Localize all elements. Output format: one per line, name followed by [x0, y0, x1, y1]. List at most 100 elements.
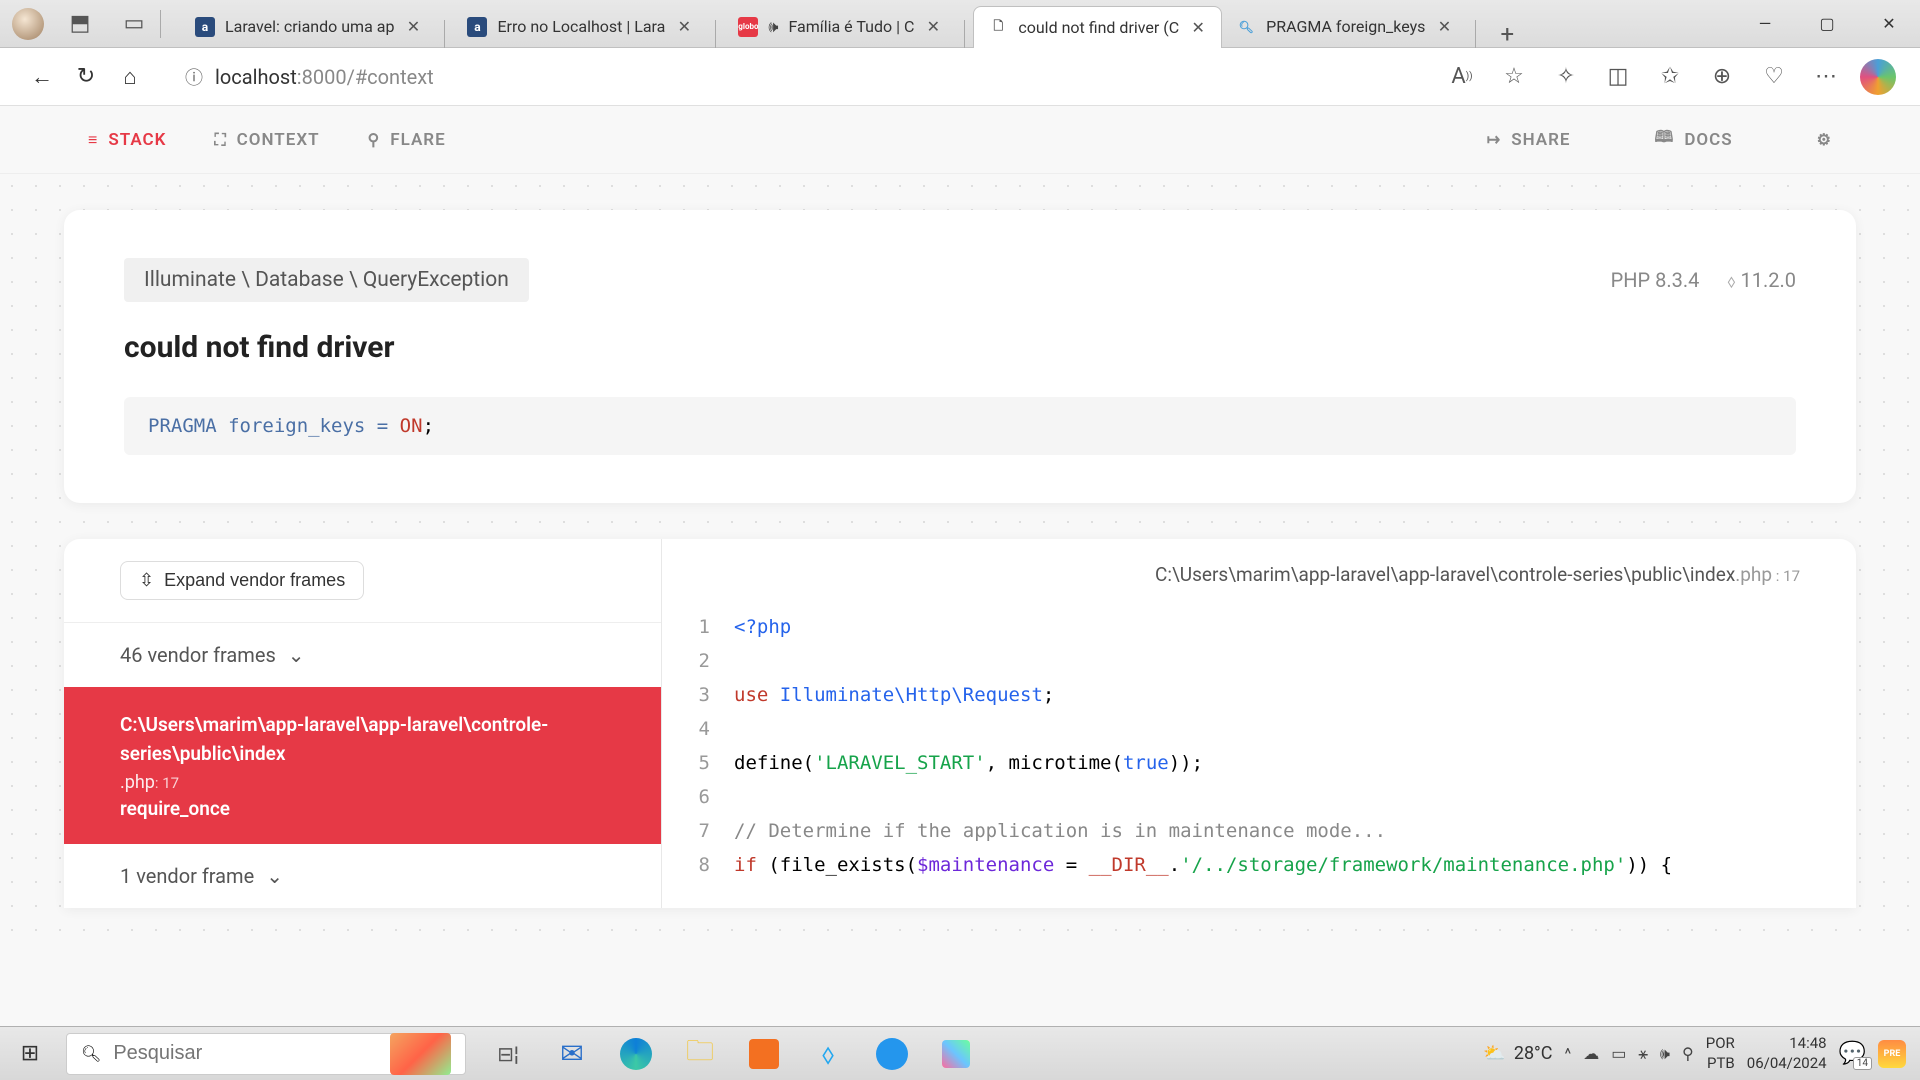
split-screen-icon[interactable]: ◫ — [1596, 55, 1640, 99]
nav-flare[interactable]: ⚲FLARE — [344, 130, 470, 150]
share-icon: ↦ — [1487, 130, 1501, 149]
docker-icon[interactable] — [862, 1027, 922, 1080]
tab-laravel-course[interactable]: a Laravel: criando uma ap ✕ — [181, 6, 436, 48]
expand-vendor-button[interactable]: ⇳Expand vendor frames — [120, 561, 364, 600]
temperature: 28°C — [1514, 1043, 1553, 1064]
tray-icons: ^ ☁ ▭ ⚹ 🕪 ⚲ — [1565, 1044, 1694, 1064]
chevron-down-icon: ⌄ — [266, 864, 283, 888]
tab-pragma-search[interactable]: 🔍︎ PRAGMA foreign_keys ✕ — [1222, 6, 1467, 48]
frames-panel: ⇳Expand vendor frames 46 vendor frames⌄ … — [64, 539, 662, 908]
xampp-icon[interactable] — [734, 1027, 794, 1080]
frame-ext: .php: 17 — [120, 772, 605, 793]
close-icon[interactable]: ✕ — [1435, 18, 1453, 36]
start-button[interactable]: ⊞ — [0, 1027, 60, 1080]
weather-widget[interactable]: ⛅ 28°C — [1483, 1043, 1552, 1064]
close-icon[interactable]: ✕ — [1189, 18, 1207, 36]
wifi-icon[interactable]: ⚹ — [1638, 1044, 1648, 1064]
notifications-button[interactable]: 💬14 — [1839, 1041, 1866, 1066]
new-tab-button[interactable]: + — [1484, 20, 1530, 48]
volume-icon[interactable]: 🕪 — [1660, 1044, 1670, 1064]
error-title: could not find driver — [124, 330, 1796, 365]
minimize-button[interactable]: — — [1734, 0, 1796, 48]
url-text: localhost:8000/#context — [215, 65, 434, 89]
battery-icon[interactable]: ▭ — [1611, 1044, 1626, 1064]
window-controls: — ▢ ✕ — [1734, 0, 1920, 48]
vscode-icon[interactable]: ⬨ — [798, 1027, 858, 1080]
taskbar-search[interactable]: 🔍︎ — [66, 1033, 466, 1075]
vendor-frames-bottom[interactable]: 1 vendor frame⌄ — [64, 844, 661, 908]
search-input[interactable] — [113, 1042, 378, 1065]
url-input[interactable]: ⓘ localhost:8000/#context — [166, 57, 1426, 97]
code-line: 4 — [662, 712, 1856, 746]
divider — [160, 10, 161, 38]
search-decoration-icon — [390, 1033, 451, 1075]
tab-driver-error[interactable]: 🗋 could not find driver (C ✕ — [973, 6, 1222, 48]
php-version: PHP 8.3.4 — [1611, 268, 1700, 292]
app-icon[interactable] — [926, 1027, 986, 1080]
browser-titlebar: ⬒ ▭ a Laravel: criando uma ap ✕ a Erro n… — [0, 0, 1920, 48]
settings-button[interactable]: ⚙ — [1793, 130, 1856, 149]
code-file-header: C:\Users\marim\app-laravel\app-laravel\c… — [662, 539, 1856, 610]
error-section: Illuminate \ Database \ QueryException P… — [0, 174, 1920, 944]
refresh-button[interactable]: ↻ — [64, 55, 108, 99]
nav-stack[interactable]: ≡STACK — [64, 130, 190, 150]
home-button[interactable]: ⌂ — [108, 55, 152, 99]
frame-path: C:\Users\marim\app-laravel\app-laravel\c… — [120, 711, 605, 768]
mail-icon[interactable]: ✉ — [542, 1027, 602, 1080]
laravel-version: 11.2.0 — [1740, 268, 1796, 292]
stack-card: ⇳Expand vendor frames 46 vendor frames⌄ … — [64, 539, 1856, 908]
collections-icon[interactable]: ⊕ — [1700, 55, 1744, 99]
edge-icon[interactable] — [606, 1027, 666, 1080]
workspaces-icon[interactable]: ⬒ — [62, 6, 98, 42]
nav-share[interactable]: ↦SHARE — [1463, 130, 1595, 150]
nav-context[interactable]: ⛶CONTEXT — [190, 130, 343, 150]
laravel-icon: ⬨ — [1727, 271, 1735, 292]
code-line: 2 — [662, 644, 1856, 678]
menu-icon[interactable]: ⋯ — [1804, 55, 1848, 99]
tab-title: Família é Tudo | C — [788, 17, 914, 36]
read-aloud-icon[interactable]: A)) — [1440, 55, 1484, 99]
back-button[interactable]: ← — [20, 55, 64, 99]
divider — [715, 20, 716, 48]
file-favicon-icon: 🗋 — [988, 17, 1008, 37]
search-icon: 🔍︎ — [81, 1044, 101, 1063]
chevron-up-icon[interactable]: ^ — [1565, 1044, 1572, 1064]
favorite-icon[interactable]: ☆ — [1492, 55, 1536, 99]
tab-strip: a Laravel: criando uma ap ✕ a Erro no Lo… — [181, 0, 1734, 48]
chevron-down-icon: ⌄ — [288, 643, 305, 667]
explorer-icon[interactable]: 🗀 — [670, 1027, 730, 1080]
profile-avatar[interactable] — [12, 8, 44, 40]
tab-familia[interactable]: globo 🕪 Família é Tudo | C ✕ — [724, 6, 956, 48]
close-button[interactable]: ✕ — [1858, 0, 1920, 48]
maximize-button[interactable]: ▢ — [1796, 0, 1858, 48]
language-indicator[interactable]: POR PTB — [1706, 1034, 1735, 1073]
close-icon[interactable]: ✕ — [924, 18, 942, 36]
speaker-icon[interactable]: 🕪 — [768, 17, 778, 37]
close-icon[interactable]: ✕ — [404, 18, 422, 36]
close-icon[interactable]: ✕ — [675, 18, 693, 36]
alura-favicon-icon: a — [467, 17, 487, 37]
tab-title: Laravel: criando uma ap — [225, 17, 394, 36]
vendor-frames-top[interactable]: 46 vendor frames⌄ — [64, 623, 661, 687]
tab-title: Erro no Localhost | Lara — [497, 17, 665, 36]
page-viewport[interactable]: ≡STACK ⛶CONTEXT ⚲FLARE ↦SHARE 🕮DOCS ⚙ Il… — [0, 106, 1920, 1026]
gear-icon: ⚙ — [1817, 130, 1832, 149]
onedrive-icon[interactable]: ☁ — [1583, 1044, 1599, 1064]
error-card: Illuminate \ Database \ QueryException P… — [64, 210, 1856, 503]
site-info-icon[interactable]: ⓘ — [185, 64, 203, 90]
globo-favicon-icon: globo — [738, 17, 758, 37]
code-line: 1<?php — [662, 610, 1856, 644]
task-view-icon[interactable]: ⊟¦ — [478, 1027, 538, 1080]
usb-icon[interactable]: ⚲ — [1682, 1044, 1694, 1064]
favorites-bar-icon[interactable]: ✩ — [1648, 55, 1692, 99]
copilot-button[interactable] — [1856, 55, 1900, 99]
code-lines: 1<?php 2 3use Illuminate\Http\Request; 4… — [662, 610, 1856, 882]
clock[interactable]: 14:48 06/04/2024 — [1747, 1034, 1827, 1073]
tray-app-icon[interactable]: PRE — [1878, 1040, 1906, 1068]
tab-actions-icon[interactable]: ▭ — [116, 6, 152, 42]
active-frame[interactable]: C:\Users\marim\app-laravel\app-laravel\c… — [64, 687, 661, 844]
nav-docs[interactable]: 🕮DOCS — [1630, 126, 1756, 153]
tab-localhost-error[interactable]: a Erro no Localhost | Lara ✕ — [453, 6, 707, 48]
extensions-icon[interactable]: ✧ — [1544, 55, 1588, 99]
performance-icon[interactable]: ♡ — [1752, 55, 1796, 99]
